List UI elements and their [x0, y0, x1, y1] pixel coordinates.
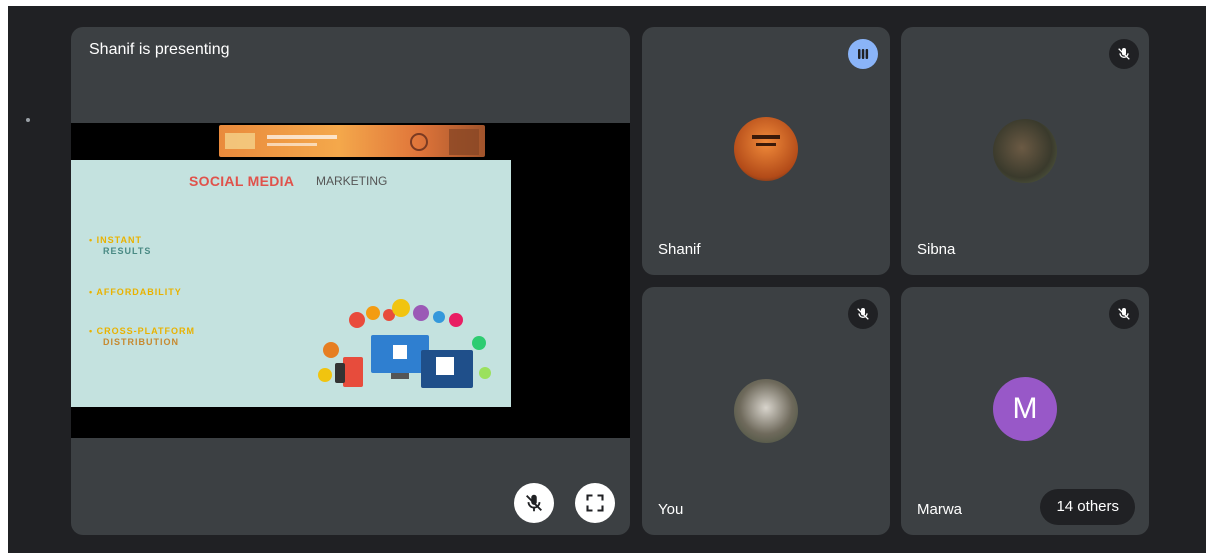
- participant-name: Marwa: [917, 501, 963, 518]
- slide-bullet-text: • CROSS-PLATFORM: [89, 326, 195, 336]
- slide-bullet-text: • INSTANT: [89, 235, 142, 245]
- mute-presenter-button[interactable]: [514, 483, 554, 523]
- others-button[interactable]: 14 others: [1040, 489, 1135, 525]
- slide-bullet-subtext: RESULTS: [103, 246, 152, 256]
- indicator-dot: [26, 118, 30, 122]
- presenting-label: Shanif is presenting: [89, 41, 230, 58]
- muted-indicator: [1109, 299, 1139, 329]
- mic-off-icon: [857, 308, 869, 320]
- presentation-tile[interactable]: Shanif is presenting SOCIAL MEDIA MARKET…: [71, 27, 630, 535]
- presentation-slide: SOCIAL MEDIA MARKETING • INSTANT RESULTS…: [71, 160, 511, 407]
- slide-bullet-subtext: DISTRIBUTION: [103, 337, 179, 347]
- avatar: [734, 379, 798, 443]
- slide-bullet: • AFFORDABILITY: [89, 287, 182, 298]
- mic-off-icon: [526, 494, 542, 512]
- fullscreen-icon: [586, 494, 604, 512]
- slide-bullet: • INSTANT RESULTS: [89, 235, 151, 257]
- participant-tile[interactable]: Sibna: [901, 27, 1149, 275]
- audio-levels-icon: [858, 49, 869, 59]
- initial-avatar: M: [993, 377, 1057, 441]
- speaking-indicator: [848, 39, 878, 69]
- slide-bullet-text: • AFFORDABILITY: [89, 287, 182, 297]
- avatar-initial: M: [1012, 392, 1038, 425]
- meeting-stage: Shanif is presenting SOCIAL MEDIA MARKET…: [8, 6, 1206, 553]
- slide-title-right: MARKETING: [316, 174, 388, 188]
- slide-title-left: SOCIAL MEDIA: [189, 173, 295, 189]
- slide-bullet: • CROSS-PLATFORM DISTRIBUTION: [89, 326, 195, 348]
- participant-tile[interactable]: You: [642, 287, 890, 535]
- mic-off-icon: [1118, 48, 1130, 60]
- participant-name: Shanif: [658, 241, 701, 258]
- participant-name: Sibna: [917, 241, 956, 258]
- avatar: [734, 117, 798, 181]
- mic-off-icon: [1118, 308, 1130, 320]
- participant-tile[interactable]: M Marwa 14 others: [901, 287, 1149, 535]
- muted-indicator: [1109, 39, 1139, 69]
- fullscreen-button[interactable]: [575, 483, 615, 523]
- muted-indicator: [848, 299, 878, 329]
- participant-tile[interactable]: Shanif: [642, 27, 890, 275]
- social-devices-illustration: [318, 299, 491, 388]
- participant-name: You: [658, 501, 684, 518]
- avatar: [993, 119, 1057, 183]
- shared-screen: SOCIAL MEDIA MARKETING • INSTANT RESULTS…: [71, 123, 630, 438]
- slide-banner-image: [219, 125, 485, 157]
